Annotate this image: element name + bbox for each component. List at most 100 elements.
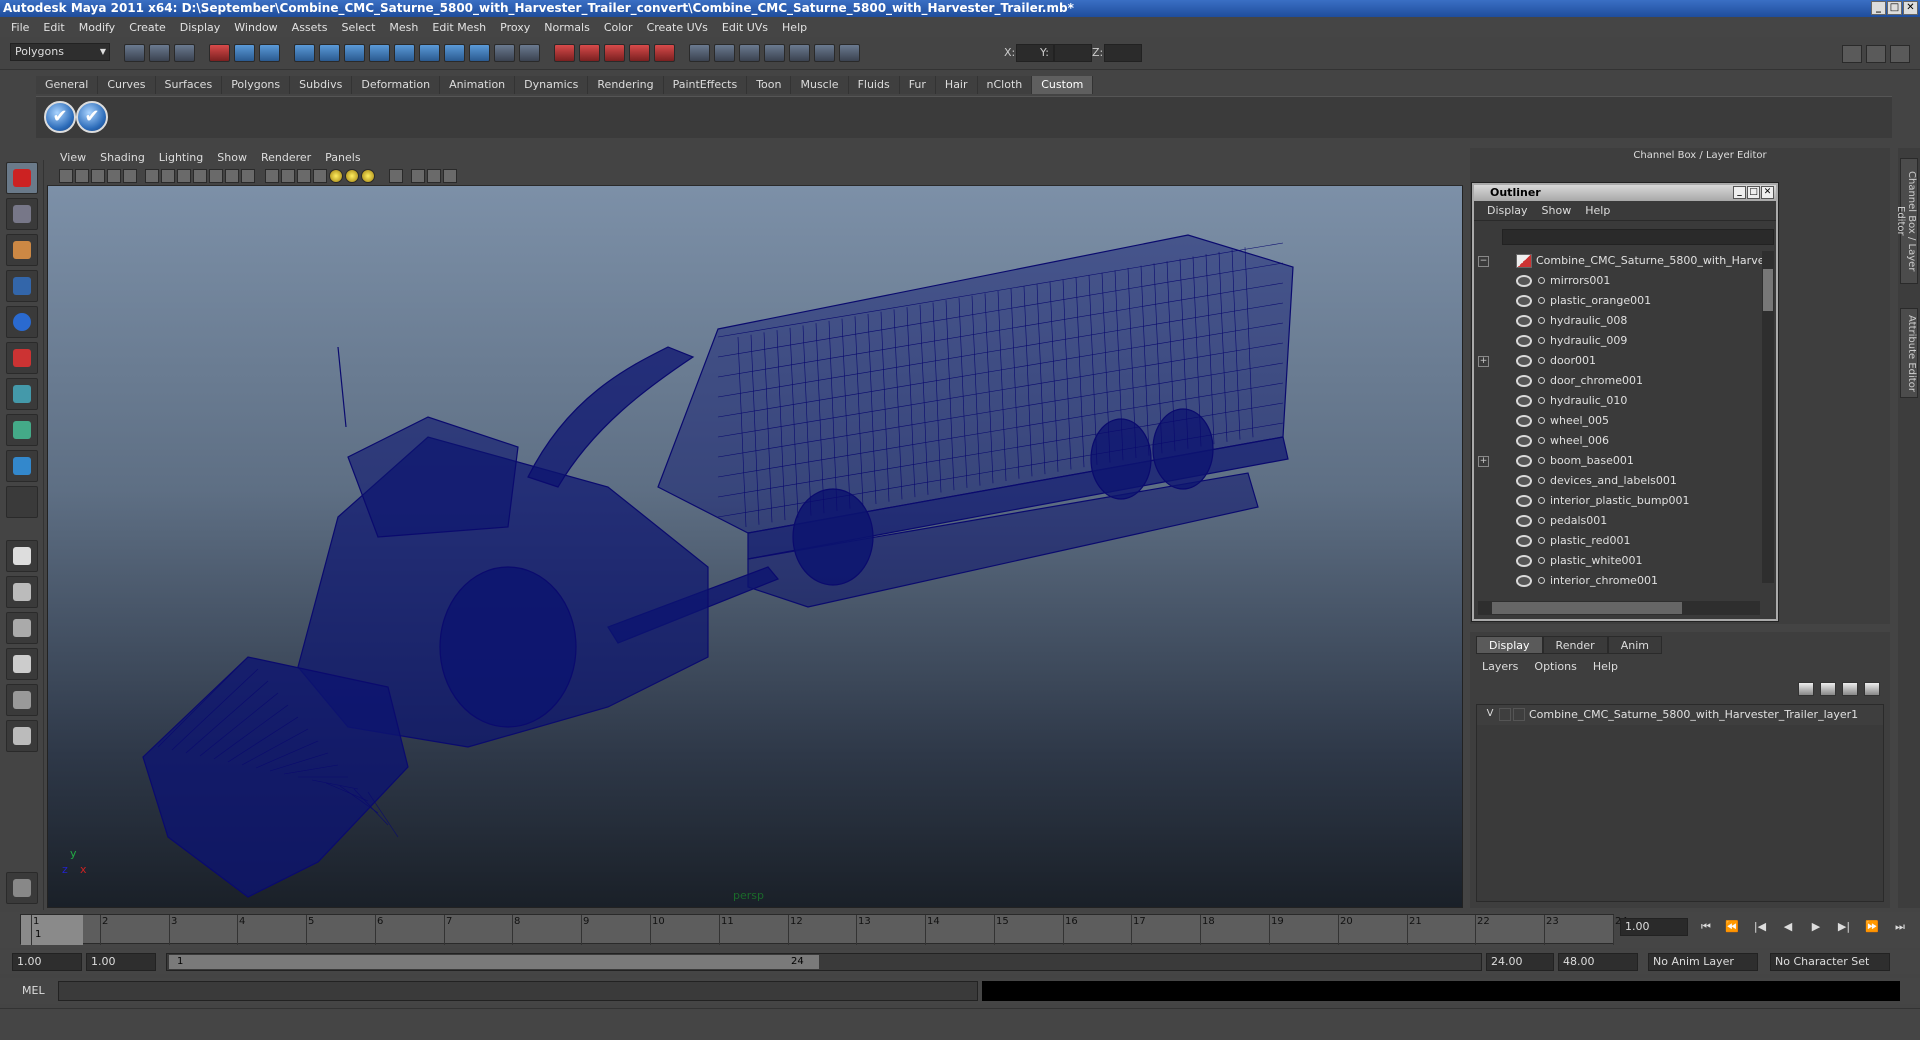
- lasso-tool[interactable]: [6, 198, 38, 230]
- go-to-end-button[interactable]: ⏭: [1892, 920, 1908, 934]
- resolution-gate-icon[interactable]: [177, 169, 191, 183]
- dope-sheet-layout-icon[interactable]: [6, 720, 38, 752]
- outliner-item[interactable]: plastic_orange001: [1476, 291, 1762, 311]
- expand-icon[interactable]: +: [1478, 456, 1489, 467]
- select-component-icon[interactable]: [259, 44, 280, 62]
- outliner-menu-show[interactable]: Show: [1535, 204, 1579, 217]
- default-lighting-icon[interactable]: [361, 169, 375, 183]
- xray-icon[interactable]: [411, 169, 425, 183]
- viewport-menu-renderer[interactable]: Renderer: [254, 151, 318, 164]
- move-tool[interactable]: [6, 270, 38, 302]
- render-current-icon[interactable]: [554, 44, 575, 62]
- shelf-tab-dynamics[interactable]: Dynamics: [515, 76, 589, 94]
- scale-tool[interactable]: [6, 342, 38, 374]
- command-language-label[interactable]: MEL: [22, 984, 45, 997]
- layer-menu-help[interactable]: Help: [1593, 660, 1634, 673]
- step-back-frame-button[interactable]: |◀: [1752, 920, 1768, 934]
- outliner-item[interactable]: interior_chrome001: [1476, 571, 1762, 591]
- toggle-tool-settings-icon[interactable]: [1866, 45, 1886, 63]
- select-tool[interactable]: [6, 162, 38, 194]
- time-ruler[interactable]: 1 12345678910111213141516171819202122232…: [20, 914, 1628, 945]
- expand-icon[interactable]: +: [1478, 356, 1489, 367]
- outliner-item[interactable]: devices_and_labels001: [1476, 471, 1762, 491]
- menu-edit-mesh[interactable]: Edit Mesh: [425, 21, 493, 34]
- snap-curve-icon[interactable]: [319, 44, 340, 62]
- shelf-tab-polygons[interactable]: Polygons: [222, 76, 291, 94]
- viewport-menu-view[interactable]: View: [53, 151, 93, 164]
- select-object-icon[interactable]: [234, 44, 255, 62]
- shelf-tab-curves[interactable]: Curves: [98, 76, 156, 94]
- bookmark-icon[interactable]: [91, 169, 105, 183]
- wireframe-on-shaded-icon[interactable]: [297, 169, 311, 183]
- image-plane-icon[interactable]: [107, 169, 121, 183]
- animation-start-field[interactable]: 1.00: [12, 953, 82, 971]
- outliner-layout-icon[interactable]: [6, 612, 38, 644]
- ui-element-icon-3[interactable]: [739, 44, 760, 62]
- viewport-menu-lighting[interactable]: Lighting: [152, 151, 210, 164]
- range-slider-handle[interactable]: 1 24: [169, 955, 819, 969]
- outliner-item[interactable]: plastic_white001: [1476, 551, 1762, 571]
- use-all-lights-icon[interactable]: [329, 169, 343, 183]
- menu-create[interactable]: Create: [122, 21, 173, 34]
- outliner-filter-input[interactable]: [1502, 229, 1774, 245]
- input-ops-icon[interactable]: [444, 44, 465, 62]
- hypershade-icon[interactable]: [629, 44, 650, 62]
- outliner-item[interactable]: mirrors001: [1476, 271, 1762, 291]
- ipr-render-icon[interactable]: [579, 44, 600, 62]
- shelf-tab-fur[interactable]: Fur: [899, 76, 936, 94]
- camera-attributes-icon[interactable]: [75, 169, 89, 183]
- isolate-select-icon[interactable]: [389, 169, 403, 183]
- ui-element-icon-1[interactable]: [689, 44, 710, 62]
- new-layer-from-selected-icon[interactable]: [1864, 682, 1880, 696]
- two-d-pan-icon[interactable]: [123, 169, 137, 183]
- ui-element-icon-6[interactable]: [814, 44, 835, 62]
- shelf-tab-ncloth[interactable]: nCloth: [977, 76, 1033, 94]
- script-editor-icon[interactable]: [6, 872, 38, 904]
- menu-edit-uvs[interactable]: Edit UVs: [715, 21, 775, 34]
- transform-mode-icon[interactable]: [839, 44, 860, 62]
- current-frame-field[interactable]: 1.00: [1620, 918, 1688, 936]
- outliner-root-item[interactable]: − Combine_CMC_Saturne_5800_with_Harves: [1476, 251, 1762, 271]
- new-layer-icon[interactable]: [1842, 682, 1858, 696]
- layer-tab-render[interactable]: Render: [1542, 636, 1608, 654]
- safe-title-icon[interactable]: [241, 169, 255, 183]
- shelf-tab-custom[interactable]: Custom: [1032, 76, 1094, 94]
- snap-surface-icon[interactable]: [394, 44, 415, 62]
- close-button[interactable]: ✕: [1903, 1, 1918, 15]
- menu-proxy[interactable]: Proxy: [493, 21, 537, 34]
- menu-normals[interactable]: Normals: [537, 21, 597, 34]
- ui-element-icon-5[interactable]: [789, 44, 810, 62]
- outliner-item[interactable]: + boom_base001: [1476, 451, 1762, 471]
- shelf-check-button-2[interactable]: ✔: [76, 101, 108, 133]
- play-backwards-button[interactable]: ◀: [1780, 920, 1796, 934]
- viewport-menu-panels[interactable]: Panels: [318, 151, 367, 164]
- open-scene-icon[interactable]: [149, 44, 170, 62]
- shelf-tab-hair[interactable]: Hair: [935, 76, 978, 94]
- snap-plane-icon[interactable]: [369, 44, 390, 62]
- animation-end-field[interactable]: 48.00: [1558, 953, 1638, 971]
- layer-visibility-toggle[interactable]: V: [1483, 707, 1497, 721]
- help-question-icon[interactable]: [469, 44, 490, 62]
- play-forwards-button[interactable]: ▶: [1808, 920, 1824, 934]
- perspective-viewport[interactable]: y x z persp: [47, 148, 1463, 908]
- outliner-menu-display[interactable]: Display: [1480, 204, 1535, 217]
- menu-display[interactable]: Display: [173, 21, 228, 34]
- shelf-tab-muscle[interactable]: Muscle: [791, 76, 849, 94]
- ui-element-icon-4[interactable]: [764, 44, 785, 62]
- layer-menu-options[interactable]: Options: [1534, 660, 1592, 673]
- anim-layer-dropdown[interactable]: No Anim Layer: [1648, 953, 1758, 971]
- range-slider[interactable]: 1 24: [166, 953, 1482, 971]
- paint-select-tool[interactable]: [6, 234, 38, 266]
- menu-file[interactable]: File: [4, 21, 36, 34]
- time-slider[interactable]: 1 12345678910111213141516171819202122232…: [0, 912, 1920, 948]
- outliner-item[interactable]: + door001: [1476, 351, 1762, 371]
- xray-components-icon[interactable]: [443, 169, 457, 183]
- playback-start-field[interactable]: 1.00: [86, 953, 156, 971]
- outliner-item[interactable]: wheel_005: [1476, 411, 1762, 431]
- wireframe-icon[interactable]: [265, 169, 279, 183]
- menu-assets[interactable]: Assets: [285, 21, 335, 34]
- character-set-dropdown[interactable]: No Character Set: [1770, 953, 1890, 971]
- shelf-tab-deformation[interactable]: Deformation: [352, 76, 441, 94]
- xray-joints-icon[interactable]: [427, 169, 441, 183]
- outliner-item[interactable]: interior_plastic_bump001: [1476, 491, 1762, 511]
